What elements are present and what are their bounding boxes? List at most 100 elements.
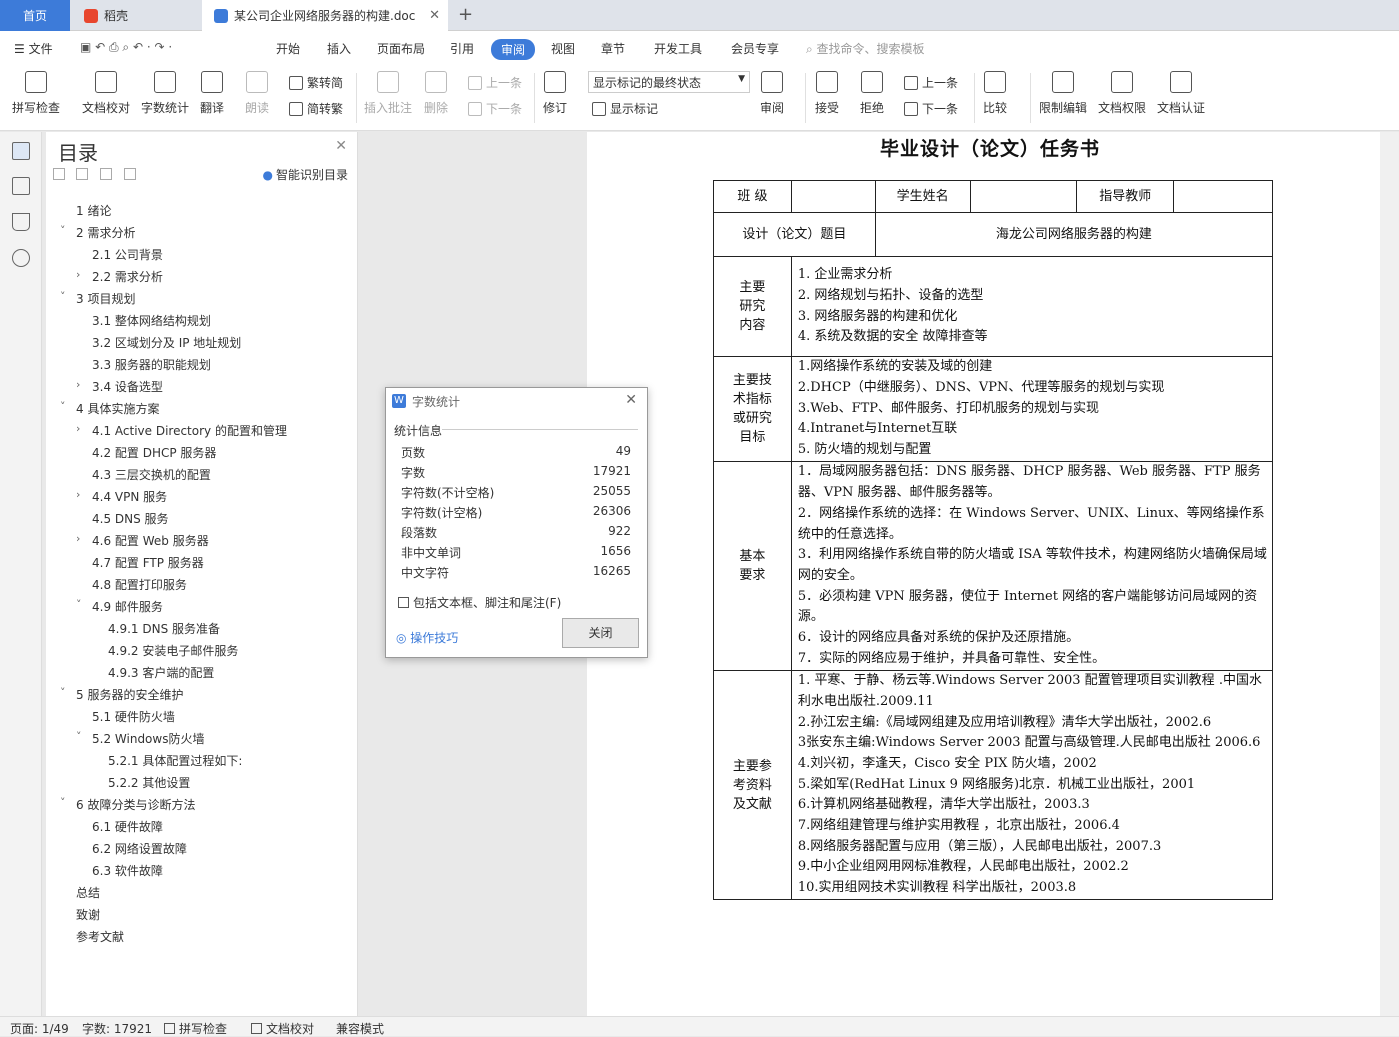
toc-item[interactable]: 4.9.2 安装电子邮件服务 xyxy=(108,642,238,659)
spell-check-button[interactable]: 拼写检查 xyxy=(12,71,60,116)
translate-button[interactable]: 翻译 xyxy=(200,71,224,116)
teacher-value[interactable] xyxy=(1173,180,1273,213)
toc-item[interactable]: › 4.1 Active Directory 的配置和管理 xyxy=(76,422,287,439)
compare-button[interactable]: 比较 xyxy=(983,71,1007,116)
chevron-down-icon[interactable]: ˅ xyxy=(60,400,66,413)
next-comment-button[interactable]: 下一条 xyxy=(468,100,522,117)
close-dialog-icon[interactable]: ✕ xyxy=(625,392,637,408)
toc-item[interactable]: 5.2.1 具体配置过程如下: xyxy=(108,752,242,769)
tab-home[interactable]: 首页 xyxy=(0,0,70,31)
remove-heading-icon[interactable] xyxy=(124,168,136,180)
toc-item[interactable]: 4.9.3 客户端的配置 xyxy=(108,664,214,681)
toc-item[interactable]: 4.8 配置打印服务 xyxy=(92,576,187,593)
toc-item[interactable]: › 4.6 配置 Web 服务器 xyxy=(76,532,209,549)
proofread-button[interactable]: 文档校对 xyxy=(82,71,130,116)
prev-change-button[interactable]: 上一条 xyxy=(904,74,958,91)
toc-item[interactable]: ˅ 6 故障分类与诊断方法 xyxy=(60,796,195,813)
tips-link[interactable]: ◎ 操作技巧 xyxy=(396,629,458,646)
status-proofread[interactable]: 文档校对 xyxy=(251,1020,314,1037)
chevron-right-icon[interactable]: › xyxy=(76,268,80,281)
toc-item[interactable]: 4.3 三层交换机的配置 xyxy=(92,466,211,483)
search-icon[interactable] xyxy=(12,249,30,267)
chevron-down-icon[interactable]: ˅ xyxy=(60,796,66,809)
smart-toc-button[interactable]: ● 智能识别目录 xyxy=(263,166,352,183)
track-changes-button[interactable]: 修订 xyxy=(543,71,567,116)
menu-member[interactable]: 会员专享 xyxy=(731,40,779,57)
doc-certify-button[interactable]: 文档认证 xyxy=(1157,71,1205,116)
insert-comment-button[interactable]: 插入批注 xyxy=(364,71,412,116)
menu-insert[interactable]: 插入 xyxy=(327,40,351,57)
toc-item[interactable]: › 4.4 VPN 服务 xyxy=(76,488,167,505)
include-textbox-checkbox[interactable]: 包括文本框、脚注和尾注(F) xyxy=(398,594,561,611)
tab-docer[interactable]: 稻壳 xyxy=(72,0,200,31)
toc-item[interactable]: 4.5 DNS 服务 xyxy=(92,510,169,527)
toc-item[interactable]: 6.2 网络设置故障 xyxy=(92,840,187,857)
chevron-down-icon[interactable]: ˅ xyxy=(60,686,66,699)
accept-button[interactable]: 接受 xyxy=(815,71,839,116)
chevron-down-icon[interactable]: ˅ xyxy=(60,224,66,237)
command-search[interactable]: ⌕ 查找命令、搜索模板 xyxy=(806,40,925,57)
toc-item[interactable]: › 2.2 需求分析 xyxy=(76,268,163,285)
menu-view[interactable]: 视图 xyxy=(551,40,575,57)
menu-file[interactable]: ☰ 文件 xyxy=(14,40,53,57)
quick-access-icons[interactable]: ▣ ↶ ⎙ ⌕ ↶ · ↷ · xyxy=(80,40,172,55)
next-change-button[interactable]: 下一条 xyxy=(904,100,958,117)
menu-layout[interactable]: 页面布局 xyxy=(377,40,425,57)
close-tab-icon[interactable]: ✕ xyxy=(429,8,440,23)
menu-developer[interactable]: 开发工具 xyxy=(654,40,702,57)
chevron-right-icon[interactable]: › xyxy=(76,422,80,435)
toc-item[interactable]: 3.2 区域划分及 IP 地址规划 xyxy=(92,334,241,351)
toc-item[interactable]: 1 绪论 xyxy=(76,202,111,219)
toc-item[interactable]: 5.2.2 其他设置 xyxy=(108,774,190,791)
toc-item[interactable]: 总结 xyxy=(76,884,100,901)
prev-comment-button[interactable]: 上一条 xyxy=(468,74,522,91)
chevron-down-icon[interactable]: ˅ xyxy=(76,730,82,743)
toc-item[interactable]: 3.3 服务器的职能规划 xyxy=(92,356,211,373)
close-toc-icon[interactable]: ✕ xyxy=(335,138,347,154)
menu-start[interactable]: 开始 xyxy=(276,40,300,57)
chapter-nav-icon[interactable] xyxy=(12,177,30,195)
simp-to-trad-button[interactable]: 简转繁 xyxy=(289,100,343,117)
chevron-right-icon[interactable]: › xyxy=(76,532,80,545)
restrict-editing-button[interactable]: 限制编辑 xyxy=(1039,71,1087,116)
toc-item[interactable]: ˅ 3 项目规划 xyxy=(60,290,135,307)
tab-document[interactable]: 某公司企业网络服务器的构建.doc ✕ xyxy=(202,0,448,31)
expand-all-icon[interactable] xyxy=(76,168,88,180)
toc-item[interactable]: 4.9.1 DNS 服务准备 xyxy=(108,620,220,637)
doc-permission-button[interactable]: 文档权限 xyxy=(1098,71,1146,116)
status-spell-check[interactable]: 拼写检查 xyxy=(164,1020,227,1037)
chevron-right-icon[interactable]: › xyxy=(76,378,80,391)
bookmark-icon[interactable] xyxy=(12,213,30,231)
toc-item[interactable]: 3.1 整体网络结构规划 xyxy=(92,312,211,329)
new-tab-icon[interactable]: + xyxy=(458,4,473,25)
toc-item[interactable]: 6.3 软件故障 xyxy=(92,862,163,879)
document-page[interactable]: 毕业设计（论文）任务书 班 级 学生姓名 指导教师 设计（论文）题目 海龙公司网… xyxy=(587,132,1380,1016)
toc-item[interactable]: 4.7 配置 FTP 服务器 xyxy=(92,554,204,571)
word-count-button[interactable]: 字数统计 xyxy=(141,71,189,116)
menu-references[interactable]: 引用 xyxy=(450,40,474,57)
read-aloud-button[interactable]: 朗读 xyxy=(245,71,269,116)
toc-item[interactable]: 参考文献 xyxy=(76,928,124,945)
menu-review[interactable]: 审阅 xyxy=(491,39,536,60)
toc-panel-icon[interactable] xyxy=(12,142,30,160)
chevron-down-icon[interactable]: ˅ xyxy=(60,290,66,303)
delete-comment-button[interactable]: 删除 xyxy=(424,71,448,116)
class-value[interactable] xyxy=(790,180,876,213)
dialog-titlebar[interactable]: W 字数统计 xyxy=(386,388,647,414)
toc-item[interactable]: ˅ 2 需求分析 xyxy=(60,224,135,241)
toc-item[interactable]: › 3.4 设备选型 xyxy=(76,378,163,395)
add-heading-icon[interactable] xyxy=(100,168,112,180)
student-value[interactable] xyxy=(969,180,1078,213)
word-count-indicator[interactable]: 字数: 17921 xyxy=(82,1020,152,1037)
show-markup-button[interactable]: 显示标记 xyxy=(592,100,658,117)
toc-item[interactable]: 4.2 配置 DHCP 服务器 xyxy=(92,444,216,461)
chevron-right-icon[interactable]: › xyxy=(76,488,80,501)
markup-state-select[interactable]: 显示标记的最终状态 ▼ xyxy=(588,71,750,93)
trad-to-simp-button[interactable]: 繁转简 xyxy=(289,74,343,91)
menu-chapter[interactable]: 章节 xyxy=(601,40,625,57)
chevron-down-icon[interactable]: ˅ xyxy=(76,598,82,611)
vertical-scrollbar[interactable] xyxy=(1380,132,1399,1016)
reject-button[interactable]: 拒绝 xyxy=(860,71,884,116)
review-pane-button[interactable]: 审阅 xyxy=(760,71,784,116)
close-button[interactable]: 关闭 xyxy=(562,618,639,648)
